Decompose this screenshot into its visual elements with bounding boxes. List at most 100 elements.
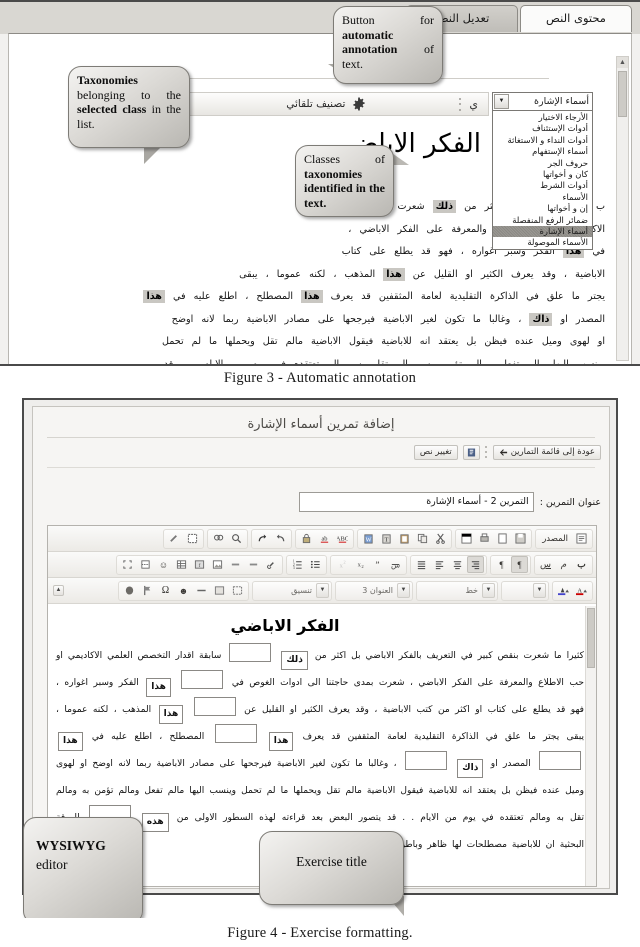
anchor-icon[interactable] bbox=[227, 556, 244, 573]
list-item[interactable]: أدوات الشرط bbox=[493, 180, 592, 191]
superscript-icon[interactable]: x2 bbox=[333, 556, 350, 573]
print-icon[interactable] bbox=[476, 530, 493, 547]
paste-icon[interactable] bbox=[396, 530, 413, 547]
list-item[interactable]: أدوات النداء و الاستغاثة bbox=[493, 135, 592, 146]
collapse-toolbar-icon[interactable]: ▲ bbox=[53, 585, 64, 596]
undo-icon[interactable] bbox=[272, 530, 289, 547]
list-item[interactable]: ضمائر الرفع المنفصلة bbox=[493, 215, 592, 226]
tab-text-content[interactable]: محتوى النص bbox=[520, 5, 632, 32]
templates-icon[interactable] bbox=[458, 530, 475, 547]
answer-gap-input[interactable] bbox=[404, 751, 447, 770]
paste-text-icon[interactable]: T bbox=[378, 530, 395, 547]
page-break-icon[interactable] bbox=[137, 556, 154, 573]
taxonomy-token[interactable]: هذا bbox=[268, 732, 294, 751]
list-item[interactable]: الأسماء الموصولة bbox=[493, 237, 592, 248]
find-icon[interactable] bbox=[228, 530, 245, 547]
answer-gap-input[interactable] bbox=[193, 697, 236, 716]
annotated-token[interactable]: هذا bbox=[383, 267, 405, 281]
image-icon[interactable] bbox=[209, 556, 226, 573]
vertical-scrollbar[interactable] bbox=[585, 606, 596, 886]
list-item[interactable]: الأرجاء الاختيار bbox=[493, 112, 592, 123]
smiley-icon[interactable]: ☺ bbox=[155, 556, 172, 573]
answer-gap-input[interactable] bbox=[214, 724, 257, 743]
annotated-token[interactable]: هذا bbox=[301, 290, 323, 303]
auto-classify-label[interactable]: تصنيف تلقائي bbox=[286, 98, 345, 110]
ltr-icon[interactable]: ¶ bbox=[493, 556, 510, 573]
lock-icon[interactable] bbox=[298, 530, 315, 547]
answer-gap-input[interactable] bbox=[229, 643, 272, 662]
cut-icon[interactable] bbox=[432, 530, 449, 547]
italic-icon[interactable]: م bbox=[555, 556, 572, 573]
vertical-scrollbar[interactable]: ▲ bbox=[616, 56, 629, 361]
list-item-selected[interactable]: أسماء الإشارة bbox=[493, 225, 592, 238]
unlink-icon[interactable] bbox=[245, 556, 262, 573]
chevron-down-icon[interactable]: ▼ bbox=[316, 583, 329, 598]
copy-icon[interactable] bbox=[414, 530, 431, 547]
list-item[interactable]: أدوات الإستئناف bbox=[493, 123, 592, 134]
rtl-icon[interactable]: ¶ bbox=[511, 556, 528, 573]
answer-gap-input[interactable] bbox=[181, 670, 224, 689]
scroll-thumb[interactable] bbox=[587, 608, 595, 668]
taxonomy-token[interactable]: هذا bbox=[158, 705, 184, 724]
numbered-list-icon[interactable]: 123 bbox=[289, 556, 306, 573]
smiley-icon[interactable]: ☻ bbox=[175, 582, 192, 599]
remove-format-icon[interactable] bbox=[166, 530, 183, 547]
subscript-icon[interactable]: x2 bbox=[351, 556, 368, 573]
new-page-icon[interactable] bbox=[494, 530, 511, 547]
source-icon[interactable] bbox=[573, 530, 590, 547]
link-icon[interactable] bbox=[263, 556, 280, 573]
image-placeholder-icon[interactable] bbox=[211, 582, 228, 599]
background-color-icon[interactable] bbox=[555, 582, 572, 599]
taxonomy-class-select[interactable]: ▼ أسماء الإشارة bbox=[492, 92, 593, 111]
underline-icon[interactable]: س bbox=[537, 556, 554, 573]
taxonomy-token[interactable]: هذه bbox=[141, 813, 169, 832]
scroll-up-arrow-icon[interactable]: ▲ bbox=[617, 57, 628, 68]
redo-icon[interactable] bbox=[254, 530, 271, 547]
align-left-icon[interactable] bbox=[431, 556, 448, 573]
document-swap-button[interactable] bbox=[462, 444, 480, 460]
replace-icon[interactable] bbox=[210, 530, 227, 547]
list-item[interactable]: إن و أخواتها bbox=[493, 203, 592, 214]
align-right-icon[interactable] bbox=[467, 556, 484, 573]
chevron-down-icon[interactable]: ▼ bbox=[494, 94, 509, 109]
list-item[interactable]: كان و أخواتها bbox=[493, 169, 592, 180]
list-item[interactable]: أسماء الإستفهام bbox=[493, 146, 592, 157]
chevron-down-icon[interactable]: ▼ bbox=[482, 583, 495, 598]
blockquote-icon[interactable]: ” bbox=[369, 556, 386, 573]
annotated-token[interactable]: ذلك bbox=[432, 200, 457, 213]
taxonomy-token[interactable]: ذلك bbox=[281, 651, 308, 670]
hrule-icon[interactable] bbox=[193, 582, 210, 599]
exercise-title-input[interactable]: التمرين 2 - أسماء الإشارة bbox=[298, 492, 534, 512]
flag-icon[interactable] bbox=[139, 582, 156, 599]
strike-icon[interactable]: س bbox=[387, 556, 404, 573]
flash-icon[interactable]: f bbox=[191, 556, 208, 573]
align-center-icon[interactable] bbox=[449, 556, 466, 573]
text-color-icon[interactable]: A bbox=[573, 582, 590, 599]
font-style-combo[interactable]: ▼ bbox=[501, 580, 549, 601]
bold-icon[interactable]: ب bbox=[573, 556, 590, 573]
format-style-combo[interactable]: ▼ تنسيق bbox=[252, 580, 332, 601]
bulleted-list-icon[interactable] bbox=[307, 556, 324, 573]
list-item[interactable]: حروف الجر bbox=[493, 158, 592, 169]
ellipse-icon[interactable] bbox=[121, 582, 138, 599]
annotated-token[interactable]: ذاك bbox=[529, 312, 553, 326]
select-all-icon[interactable] bbox=[184, 530, 201, 547]
scroll-thumb[interactable] bbox=[618, 71, 627, 117]
list-item[interactable]: الأسماء bbox=[493, 192, 592, 203]
justify-icon[interactable] bbox=[413, 556, 430, 573]
font-name-combo[interactable]: ▼ خط bbox=[416, 580, 498, 601]
taxonomy-token[interactable]: هذا bbox=[146, 678, 171, 697]
gear-icon[interactable] bbox=[352, 97, 366, 111]
table-icon[interactable] bbox=[173, 556, 190, 573]
source-button-label[interactable]: المصدر bbox=[538, 534, 572, 544]
chevron-down-icon[interactable]: ▼ bbox=[397, 583, 410, 598]
taxonomy-token[interactable]: هذا bbox=[58, 732, 83, 751]
annotated-token[interactable]: هذا bbox=[143, 290, 165, 303]
maximize-icon[interactable] bbox=[119, 556, 136, 573]
spellcheck-icon[interactable]: ABC bbox=[334, 530, 351, 547]
answer-gap-input[interactable] bbox=[539, 751, 581, 770]
omega-icon[interactable]: Ω bbox=[157, 582, 174, 599]
save-icon[interactable] bbox=[512, 530, 529, 547]
vertical-dots-icon[interactable] bbox=[458, 97, 462, 111]
show-blocks-icon[interactable] bbox=[229, 582, 246, 599]
